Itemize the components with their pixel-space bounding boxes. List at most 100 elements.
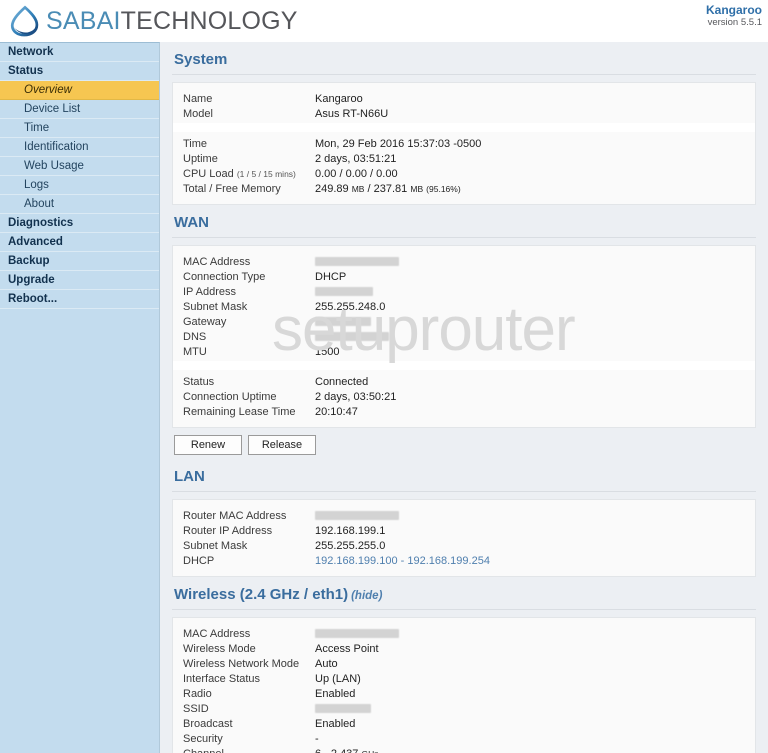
row-wan-connection-type: Connection Type DHCP [173,269,755,284]
row-wan-mtu: MTU 1500 [173,344,755,359]
sidebar-item-network[interactable]: Network [0,43,159,62]
redacted-wan-mac [315,257,399,267]
wireless-section-title: Wireless (2.4 GHz / eth1) (hide) [172,577,756,610]
label-wan-subnet: Subnet Mask [183,300,248,313]
row-memory: Total / Free Memory 249.89 MB / 237.81 M… [173,181,755,196]
row-system-name: Name Kangaroo [173,91,755,106]
label-security: Security [183,732,223,745]
label-lan-subnet: Subnet Mask [183,539,248,552]
redacted-wan-ip [315,287,373,297]
renew-button[interactable]: Renew [174,435,242,455]
row-wan-connection-uptime: Connection Uptime 2 days, 03:50:21 [173,389,755,404]
value-wan-subnet: 255.255.248.0 [315,300,386,313]
system-panel: Name Kangaroo Model Asus RT-N66U Time Mo… [172,82,756,205]
lan-group: Router MAC Address Router IP Address 192… [173,506,755,570]
wireless-group: MAC Address Wireless Mode Access Point W… [173,624,755,753]
sidebar-item-about[interactable]: About [0,195,159,214]
channel-unit: GHz [361,749,378,753]
label-wan-status: Status [183,375,215,388]
wireless-hide-link[interactable]: (hide) [351,590,382,602]
device-identity: Kangaroo version 5.5.1 [706,3,762,29]
value-lan-mac [315,510,399,522]
label-lan-mac: Router MAC Address [183,509,287,522]
brand-wordmark: SABAITECHNOLOGY [46,7,298,36]
wan-section-title: WAN [172,205,756,238]
row-wan-dns: DNS [173,329,755,344]
row-channel: Channel 6 - 2.437 GHz [173,746,755,753]
firmware-version: version 5.5.1 [707,16,762,28]
label-broadcast: Broadcast [183,717,233,730]
label-wan-dns: DNS [183,330,207,343]
memory-total-unit: MB [351,183,365,194]
page-layout: Network Status Overview Device List Time Iden… [0,42,768,753]
value-wan-ip [315,286,373,298]
sidebar-item-upgrade[interactable]: Upgrade [0,271,159,290]
memory-free: 237.81 [373,182,408,195]
row-wan-status: Status Connected [173,374,755,389]
system-identity-group: Name Kangaroo Model Asus RT-N66U [173,89,755,123]
value-wireless-mode: Access Point [315,642,379,655]
sidebar-item-backup[interactable]: Backup [0,252,159,271]
value-uptime: 2 days, 03:51:21 [315,152,397,165]
redacted-wireless-mac [315,629,399,639]
memory-free-unit: MB [410,183,424,194]
row-wireless-mode: Wireless Mode Access Point [173,641,755,656]
row-wan-lease: Remaining Lease Time 20:10:47 [173,404,755,419]
sidebar-item-overview[interactable]: Overview [0,81,159,100]
brand-logo[interactable]: SABAITECHNOLOGY [8,4,298,38]
memory-total: 249.89 [315,182,349,195]
wan-config-group: MAC Address Connection Type DHCP IP Addr… [173,252,755,361]
label-time: Time [183,137,208,150]
row-lan-dhcp: DHCP 192.168.199.100 - 192.168.199.254 [173,553,755,568]
label-interface-status: Interface Status [183,672,261,685]
value-broadcast: Enabled [315,717,356,730]
value-memory: 249.89 MB / 237.81 MB (95.16%) [315,182,461,195]
label-lan-ip: Router IP Address [183,524,273,537]
sidebar-item-reboot[interactable]: Reboot... [0,290,159,309]
wan-actions: Renew Release [172,428,756,459]
value-wireless-network-mode: Auto [315,657,338,670]
sidebar-item-web-usage[interactable]: Web Usage [0,157,159,176]
row-system-time: Time Mon, 29 Feb 2016 15:37:03 -0500 [173,136,755,151]
row-cpu-load: CPU Load (1 / 5 / 15 mins) 0.00 / 0.00 /… [173,166,755,181]
label-wireless-network-mode: Wireless Network Mode [183,657,300,670]
row-interface-status: Interface Status Up (LAN) [173,671,755,686]
row-wan-mac: MAC Address [173,254,755,269]
release-button[interactable]: Release [248,435,316,455]
sidebar-item-status[interactable]: Status [0,62,159,81]
value-wan-mtu: 1500 [315,345,340,358]
memory-percent: (95.16%) [426,183,461,194]
value-lan-ip: 192.168.199.1 [315,524,386,537]
sidebar-item-device-list[interactable]: Device List [0,100,159,119]
label-memory: Total / Free Memory [183,182,281,195]
row-system-model: Model Asus RT-N66U [173,106,755,121]
value-wan-status: Connected [315,375,369,388]
label-wireless-mac: MAC Address [183,627,251,640]
row-system-uptime: Uptime 2 days, 03:51:21 [173,151,755,166]
sidebar-item-identification[interactable]: Identification [0,138,159,157]
sidebar-item-advanced[interactable]: Advanced [0,233,159,252]
label-wan-gateway: Gateway [183,315,227,328]
sidebar-spacer [0,309,159,313]
row-lan-subnet: Subnet Mask 255.255.255.0 [173,538,755,553]
value-time: Mon, 29 Feb 2016 15:37:03 -0500 [315,137,482,150]
row-wireless-network-mode: Wireless Network Mode Auto [173,656,755,671]
sidebar-item-logs[interactable]: Logs [0,176,159,195]
wireless-panel: MAC Address Wireless Mode Access Point W… [172,617,756,753]
wireless-title-text: Wireless (2.4 GHz / eth1) [174,586,349,603]
value-wan-mac [315,256,399,268]
label-wan-ip: IP Address [183,285,236,298]
row-security: Security - [173,731,755,746]
label-lan-dhcp: DHCP [183,554,215,567]
value-wan-connection-type: DHCP [315,270,347,283]
sidebar-item-time[interactable]: Time [0,119,159,138]
content-area: setuprouter System Name Kangaroo Model A… [160,42,768,753]
label-cpu-load-note: (1 / 5 / 15 mins) [236,168,296,179]
sidebar-item-diagnostics[interactable]: Diagnostics [0,214,159,233]
lan-panel: Router MAC Address Router IP Address 192… [172,499,756,577]
row-lan-ip: Router IP Address 192.168.199.1 [173,523,755,538]
row-wan-subnet: Subnet Mask 255.255.248.0 [173,299,755,314]
value-lan-dhcp-range[interactable]: 192.168.199.100 - 192.168.199.254 [315,555,490,567]
label-wan-mtu: MTU [183,345,207,358]
row-lan-mac: Router MAC Address [173,508,755,523]
